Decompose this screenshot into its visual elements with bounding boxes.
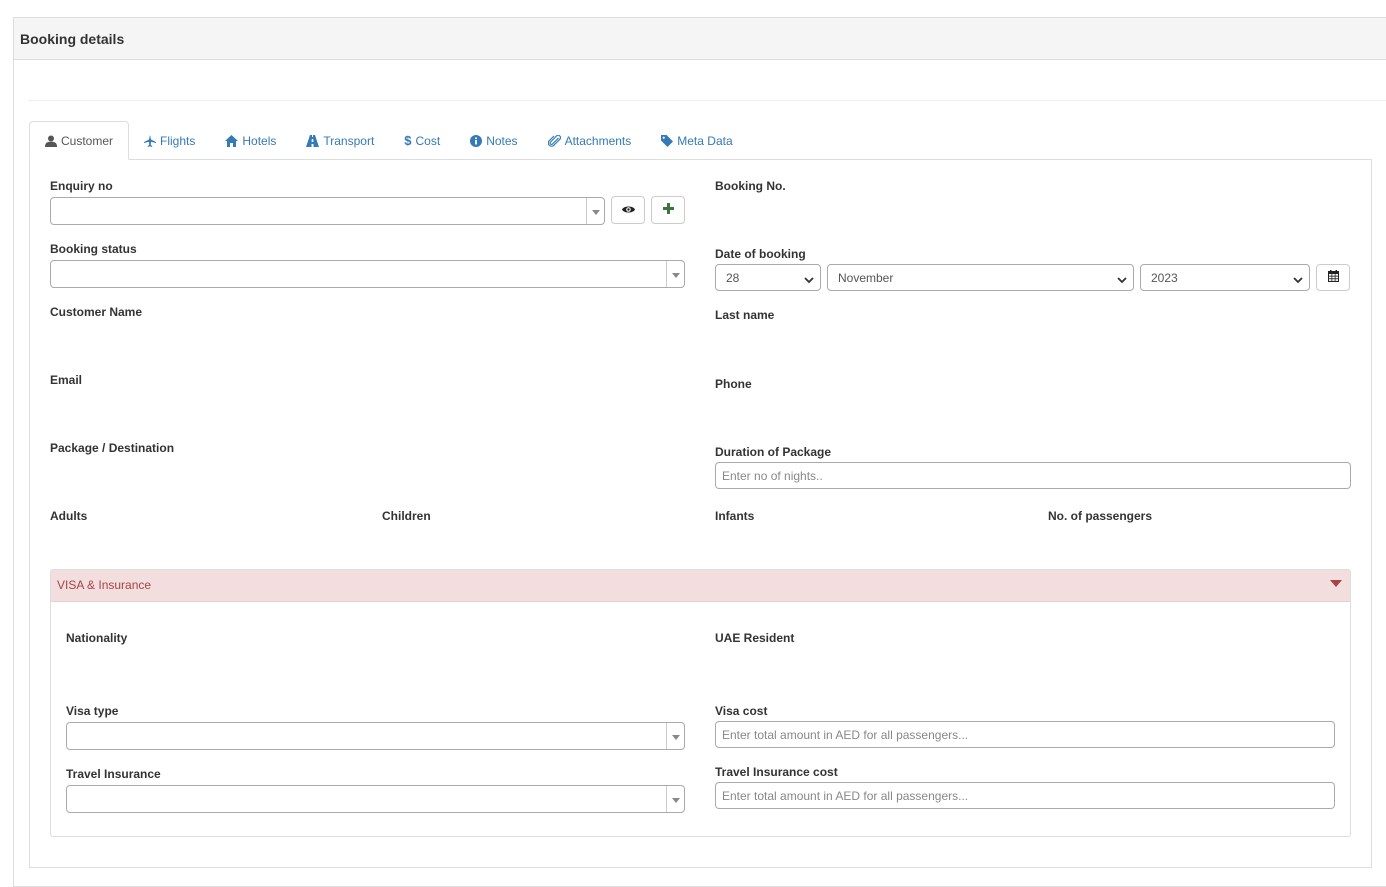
infants-label: Infants — [715, 509, 755, 523]
view-enquiry-button[interactable] — [611, 196, 645, 224]
panel-title: Booking details — [14, 18, 1386, 60]
tab-bar: Customer Flights Hotels Transport $ Cost… — [29, 121, 748, 160]
booking-status-select[interactable] — [50, 260, 685, 288]
booking-month-select[interactable]: November — [827, 264, 1134, 291]
visa-cost-label: Visa cost — [715, 704, 768, 718]
tab-flights[interactable]: Flights — [129, 121, 210, 160]
add-enquiry-button[interactable] — [651, 196, 685, 224]
email-label: Email — [50, 373, 83, 387]
travel-insurance-cost-label: Travel Insurance cost — [715, 765, 838, 779]
tab-label: Customer — [61, 133, 114, 148]
travel-insurance-cost-input[interactable] — [715, 782, 1335, 809]
select-value: 28 — [726, 270, 740, 285]
tab-customer[interactable]: Customer — [29, 121, 130, 160]
select-value: November — [838, 270, 894, 285]
enquiry-no-label: Enquiry no — [50, 179, 113, 193]
booking-year-select[interactable]: 2023 — [1140, 264, 1310, 291]
phone-label: Phone — [715, 377, 752, 391]
info-circle-icon — [470, 134, 483, 147]
tag-icon — [661, 134, 674, 147]
chevron-down-icon — [666, 261, 684, 287]
uae-resident-label: UAE Resident — [715, 631, 795, 645]
tab-label: Attachments — [564, 133, 632, 148]
home-icon — [225, 134, 239, 147]
duration-label: Duration of Package — [715, 445, 832, 459]
date-of-booking-label: Date of booking — [715, 247, 806, 261]
paperclip-icon — [547, 134, 561, 147]
chevron-down-icon — [666, 786, 684, 812]
children-label: Children — [382, 509, 431, 523]
visa-type-label: Visa type — [66, 704, 119, 718]
tab-label: Notes — [486, 133, 518, 148]
visa-type-select[interactable] — [66, 722, 685, 750]
tab-label: Hotels — [242, 133, 277, 148]
tab-hotels[interactable]: Hotels — [210, 121, 291, 160]
booking-status-label: Booking status — [50, 242, 137, 256]
enquiry-no-select[interactable] — [50, 197, 605, 225]
nationality-label: Nationality — [66, 631, 128, 645]
plane-icon — [144, 134, 157, 147]
caret-down-icon — [1330, 580, 1342, 587]
customer-name-label: Customer Name — [50, 305, 143, 319]
adults-label: Adults — [50, 509, 88, 523]
road-icon — [306, 134, 320, 147]
visa-insurance-toggle[interactable]: VISA & Insurance — [51, 570, 1350, 602]
chevron-down-icon — [586, 198, 604, 224]
tab-attachments[interactable]: Attachments — [533, 121, 647, 160]
visa-panel-title: VISA & Insurance — [57, 578, 152, 592]
plus-icon — [662, 203, 674, 217]
eye-icon — [621, 203, 635, 217]
tab-meta-data[interactable]: Meta Data — [646, 121, 747, 160]
chevron-down-icon — [1293, 273, 1303, 287]
tab-transport[interactable]: Transport — [291, 121, 389, 160]
tab-label: Flights — [160, 133, 196, 148]
travel-insurance-select[interactable] — [66, 785, 685, 813]
dollar-icon: $ — [404, 133, 412, 148]
duration-input[interactable] — [715, 462, 1351, 489]
chevron-down-icon — [804, 273, 814, 287]
package-destination-label: Package / Destination — [50, 441, 175, 455]
last-name-label: Last name — [715, 308, 775, 322]
divider — [28, 100, 1386, 101]
calendar-button[interactable] — [1316, 264, 1350, 291]
user-icon — [45, 135, 57, 147]
tab-label: Meta Data — [677, 133, 733, 148]
booking-day-select[interactable]: 28 — [715, 264, 821, 291]
chevron-down-icon — [1117, 273, 1127, 287]
passengers-label: No. of passengers — [1048, 509, 1153, 523]
calendar-icon — [1327, 270, 1339, 285]
select-value: 2023 — [1151, 270, 1178, 285]
visa-cost-input[interactable] — [715, 721, 1335, 748]
travel-insurance-label: Travel Insurance — [66, 767, 161, 781]
booking-no-label: Booking No. — [715, 179, 786, 193]
tab-notes[interactable]: Notes — [455, 121, 532, 160]
chevron-down-icon — [666, 723, 684, 749]
tab-label: Transport — [323, 133, 375, 148]
tab-cost[interactable]: $ Cost — [389, 121, 455, 160]
tab-label: Cost — [415, 133, 441, 148]
